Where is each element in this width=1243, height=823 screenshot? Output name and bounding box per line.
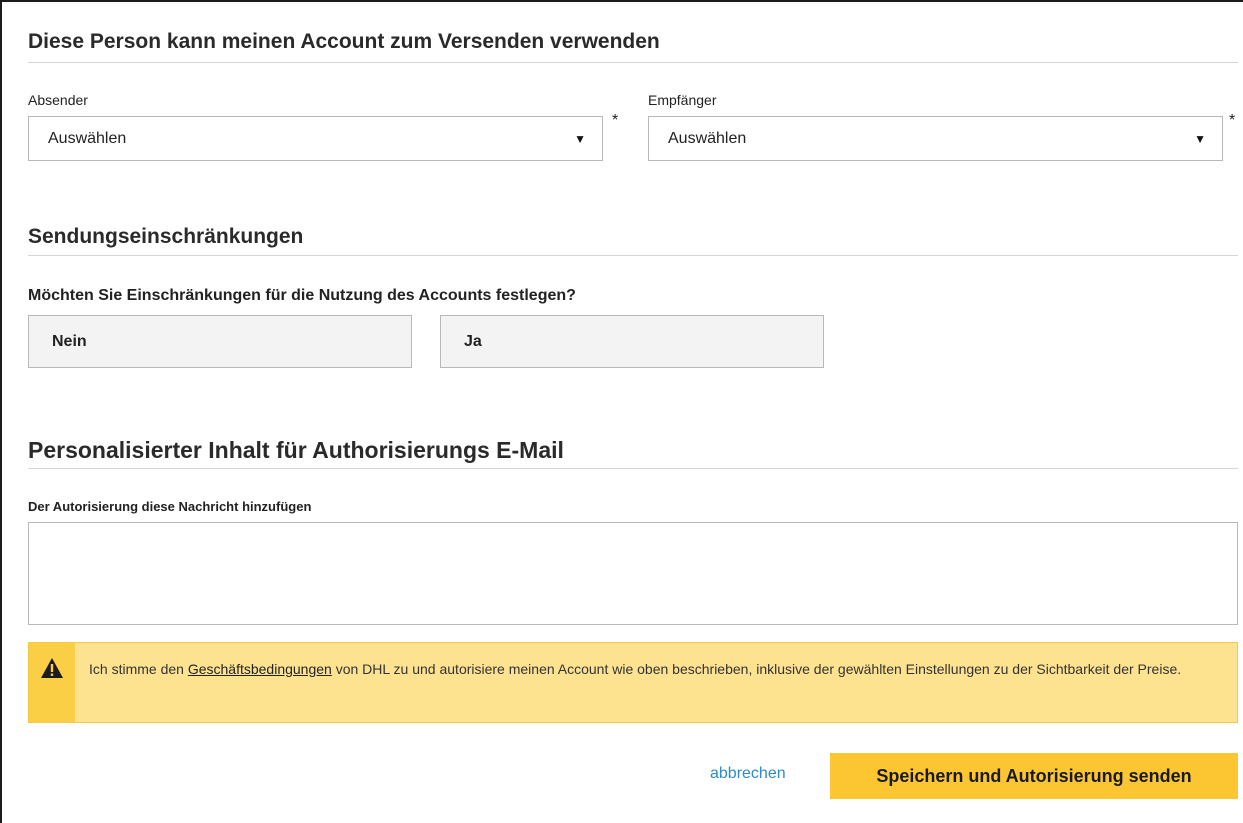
terms-notice: Ich stimme den Geschäftsbedingungen von … [28,642,1238,723]
terms-text-after: von DHL zu und autorisiere meinen Accoun… [331,661,1182,677]
section-divider [28,255,1238,256]
sender-label: Absender [28,92,88,108]
notice-icon-box [29,643,75,722]
terms-text-before: Ich stimme den [89,661,188,677]
section-title-email-content: Personalisierter Inhalt für Authorisieru… [28,437,564,463]
terms-link[interactable]: Geschäftsbedingungen [188,661,332,677]
terms-notice-text: Ich stimme den Geschäftsbedingungen von … [75,643,1181,722]
sender-select[interactable]: Auswählen ▼ [28,116,603,161]
sender-select-value: Auswählen [48,129,127,147]
cancel-link[interactable]: abbrechen [710,765,786,783]
section-divider [28,62,1238,63]
warning-icon [41,658,63,678]
sender-required-marker: * [612,112,619,129]
message-textarea[interactable] [28,522,1238,625]
section-title-account-usage: Diese Person kann meinen Account zum Ver… [28,30,660,53]
restrictions-option-no[interactable]: Nein [28,315,412,368]
message-label: Der Autorisierung diese Nachricht hinzuf… [28,499,312,514]
section-divider [28,468,1238,469]
save-and-send-button[interactable]: Speichern und Autorisierung senden [830,753,1238,799]
recipient-select-value: Auswählen [668,129,747,147]
recipient-label: Empfänger [648,92,717,108]
caret-down-icon: ▼ [574,131,586,146]
recipient-required-marker: * [1229,112,1236,129]
section-title-restrictions: Sendungseinschränkungen [28,225,304,248]
recipient-select[interactable]: Auswählen ▼ [648,116,1223,161]
restrictions-question: Möchten Sie Einschränkungen für die Nutz… [28,287,576,304]
caret-down-icon: ▼ [1194,131,1206,146]
restrictions-option-yes[interactable]: Ja [440,315,824,368]
